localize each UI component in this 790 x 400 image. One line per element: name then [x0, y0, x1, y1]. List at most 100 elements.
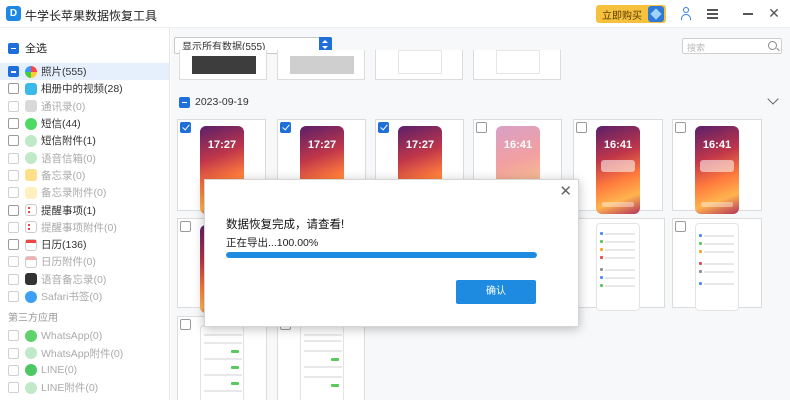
sidebar-item-notes[interactable]: 备忘录(0): [0, 167, 169, 184]
reminders-attachment-icon: [25, 221, 37, 234]
category-checkbox[interactable]: [8, 204, 19, 216]
sidebar-item-label: 提醒事项附件(0): [41, 221, 117, 234]
export-complete-dialog: ✕ 数据恢复完成，请查看! 正在导出...100.00% 确认: [204, 179, 579, 327]
photo-checkbox[interactable]: [180, 122, 191, 133]
dialog-title: 数据恢复完成，请查看!: [226, 219, 345, 231]
photo-thumb[interactable]: 16:41: [573, 119, 663, 214]
photo-thumb[interactable]: [473, 50, 561, 80]
sidebar-item-contacts[interactable]: 通讯录(0): [0, 98, 169, 115]
sidebar-item-label: 日历附件(0): [41, 256, 96, 269]
category-checkbox[interactable]: [8, 382, 19, 394]
photo-checkbox[interactable]: [675, 122, 686, 133]
category-checkbox[interactable]: [8, 221, 19, 233]
category-checkbox[interactable]: [8, 135, 19, 147]
photo-checkbox[interactable]: [280, 122, 291, 133]
sidebar-item-notes-attachment[interactable]: 备忘录附件(0): [0, 184, 169, 201]
sidebar-item-label: 提醒事项(1): [41, 204, 96, 217]
sidebar: 全选 照片(555) 相册中的视频(28) 通讯录(0) 短信(44) 短信附件(1) 语…: [0, 28, 170, 400]
line-attachment-icon: [25, 381, 37, 394]
select-all[interactable]: 全选: [8, 40, 47, 56]
sidebar-item-whatsapp[interactable]: WhatsApp(0): [0, 327, 169, 344]
sidebar-item-photos[interactable]: 照片(555): [0, 63, 169, 81]
category-checkbox[interactable]: [8, 239, 19, 251]
export-status: 正在导出...100.00%: [226, 237, 319, 249]
menu-icon[interactable]: [706, 6, 720, 20]
category-checkbox[interactable]: [8, 364, 19, 376]
close-icon[interactable]: ✕: [559, 182, 572, 200]
photo-thumb[interactable]: [277, 50, 365, 80]
voicemail-icon: [25, 152, 37, 165]
sidebar-item-line-attachment[interactable]: LINE附件(0): [0, 379, 169, 396]
select-all-checkbox[interactable]: [8, 42, 19, 54]
close-window-icon[interactable]: ✕: [767, 6, 781, 20]
chevron-down-icon[interactable]: [767, 93, 779, 105]
category-checkbox[interactable]: [8, 187, 19, 199]
sidebar-item-safari[interactable]: Safari书签(0): [0, 288, 169, 305]
sidebar-item-calendar[interactable]: 日历(136): [0, 236, 169, 253]
category-checkbox[interactable]: [8, 273, 19, 285]
sidebar-item-video[interactable]: 相册中的视频(28): [0, 80, 169, 97]
export-progress-fill: [226, 252, 537, 258]
lockscreen-time: 16:41: [503, 139, 533, 151]
photo-image: [200, 325, 244, 400]
sidebar-item-messages[interactable]: 短信(44): [0, 115, 169, 132]
photo-checkbox[interactable]: [476, 122, 487, 133]
search-icon[interactable]: [768, 41, 777, 50]
category-checkbox[interactable]: [8, 291, 19, 302]
confirm-button[interactable]: 确认: [456, 280, 536, 304]
category-checkbox[interactable]: [8, 118, 19, 130]
lockscreen-time: 16:41: [702, 139, 732, 151]
sidebar-item-label: 语音备忘录(0): [41, 273, 107, 286]
category-checkbox[interactable]: [8, 330, 19, 342]
sidebar-item-label: LINE(0): [41, 364, 78, 377]
photo-thumb[interactable]: 16:41: [672, 119, 762, 214]
photo-thumb[interactable]: [177, 316, 267, 400]
photo-thumb[interactable]: [672, 218, 762, 311]
category-checkbox[interactable]: [8, 256, 19, 268]
photo-image: [695, 223, 739, 311]
minimize-icon[interactable]: [741, 6, 755, 20]
notes-icon: [25, 169, 37, 182]
contacts-icon: [25, 100, 37, 113]
title-bar: D 牛学长苹果数据恢复工具 立即购买 ✕: [0, 0, 790, 28]
reminders-icon: [25, 204, 37, 217]
user-icon[interactable]: [679, 6, 693, 20]
search-input[interactable]: 搜索: [682, 38, 782, 54]
sidebar-item-label: 日历(136): [41, 239, 87, 252]
sidebar-item-line[interactable]: LINE(0): [0, 362, 169, 379]
photo-thumb[interactable]: [375, 50, 463, 80]
photo-checkbox[interactable]: [576, 122, 587, 133]
sidebar-item-voice-memo[interactable]: 语音备忘录(0): [0, 271, 169, 288]
photo-checkbox[interactable]: [180, 319, 191, 330]
sidebar-item-reminders[interactable]: 提醒事项(1): [0, 201, 169, 218]
photo-checkbox[interactable]: [378, 122, 389, 133]
whatsapp-attachment-icon: [25, 347, 37, 360]
photo-checkbox[interactable]: [180, 221, 191, 232]
category-checkbox[interactable]: [8, 83, 19, 95]
category-checkbox[interactable]: [8, 152, 19, 164]
sidebar-item-message-attachment[interactable]: 短信附件(1): [0, 132, 169, 149]
photo-checkbox[interactable]: [675, 221, 686, 232]
photo-image: 16:41: [695, 126, 739, 214]
category-checkbox[interactable]: [8, 347, 19, 359]
category-checkbox[interactable]: [8, 169, 19, 181]
buy-now-button[interactable]: 立即购买: [596, 5, 666, 23]
photo-image: 16:41: [596, 126, 640, 214]
photo-thumb[interactable]: [573, 218, 665, 311]
app-title: 牛学长苹果数据恢复工具: [25, 9, 158, 23]
photo-thumb[interactable]: [179, 50, 267, 80]
sidebar-item-whatsapp-attachment[interactable]: WhatsApp附件(0): [0, 344, 169, 361]
sidebar-item-label: 照片(555): [41, 66, 87, 79]
sidebar-item-label: Safari书签(0): [41, 291, 103, 303]
date-group-header[interactable]: 2023-09-19: [179, 96, 249, 108]
date-group-checkbox[interactable]: [179, 96, 190, 108]
sidebar-item-calendar-attachment[interactable]: 日历附件(0): [0, 253, 169, 270]
category-list: 照片(555) 相册中的视频(28) 通讯录(0) 短信(44) 短信附件(1) 语音信箱…: [0, 63, 169, 396]
photo-thumb[interactable]: [277, 316, 365, 400]
photo-image: [398, 50, 442, 74]
category-checkbox[interactable]: [8, 66, 19, 78]
category-checkbox[interactable]: [8, 100, 19, 112]
whatsapp-icon: [25, 329, 37, 342]
sidebar-item-voicemail[interactable]: 语音信箱(0): [0, 149, 169, 166]
sidebar-item-reminders-attachment[interactable]: 提醒事项附件(0): [0, 219, 169, 236]
